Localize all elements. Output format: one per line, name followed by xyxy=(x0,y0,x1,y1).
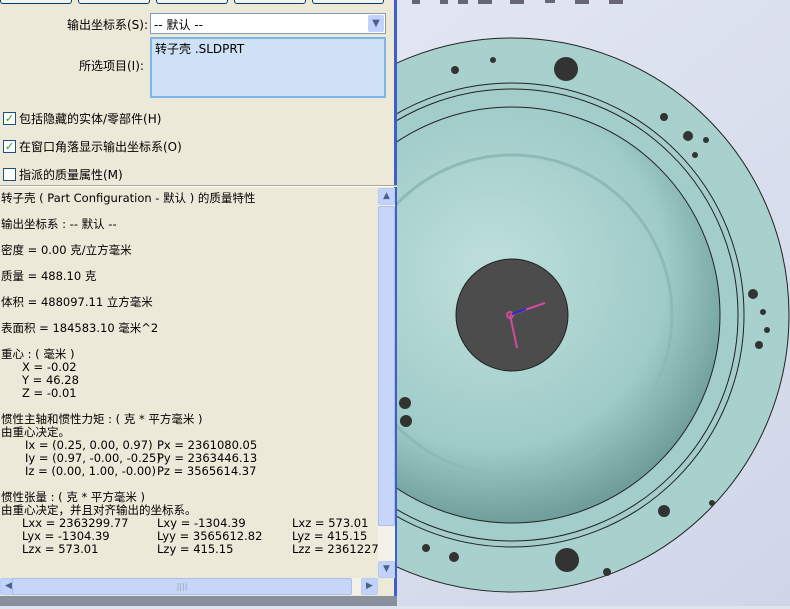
coord-system-label: 输出坐标系(S): xyxy=(67,18,149,32)
chevron-down-icon[interactable]: ▼ xyxy=(368,15,384,32)
scroll-thumb[interactable]: |||| xyxy=(12,578,352,595)
axis-iz: Iz = (0.00, 1.00, -0.00) xyxy=(25,464,156,478)
scroll-right-icon[interactable]: ▶ xyxy=(361,578,378,595)
selected-items-list[interactable]: 转子壳 .SLDPRT xyxy=(150,37,386,98)
scroll-down-icon[interactable]: ▼ xyxy=(378,561,395,578)
scroll-up-icon[interactable]: ▲ xyxy=(378,188,395,205)
vertical-scrollbar[interactable]: ▲ ▼ xyxy=(378,188,395,578)
volume: 体积 = 488097.11 立方毫米 xyxy=(1,295,153,309)
tensor-cell: Lzx = 573.01 xyxy=(22,542,99,556)
dialog-button[interactable] xyxy=(234,0,306,4)
scroll-thumb[interactable] xyxy=(378,206,395,526)
checkbox-label: 在窗口角落显示输出坐标系(O) xyxy=(19,140,182,154)
horizontal-scrollbar[interactable]: ◀ |||| ▶ xyxy=(0,578,378,595)
checkbox-unchecked-icon[interactable] xyxy=(3,168,16,181)
selected-item[interactable]: 转子壳 .SLDPRT xyxy=(155,42,244,56)
checkbox-checked-icon[interactable]: ✓ xyxy=(3,140,16,153)
assigned-mass-checkbox[interactable]: 指派的质量属性(M) xyxy=(3,166,123,183)
checkbox-checked-icon[interactable]: ✓ xyxy=(3,112,16,125)
results-text[interactable]: 转子壳 ( Part Configuration - 默认 ) 的质量特性 输出… xyxy=(0,188,378,578)
checkbox-label: 包括隐藏的实体/零部件(H) xyxy=(19,112,162,126)
surface-area: 表面积 = 184583.10 毫米^2 xyxy=(1,321,159,335)
density: 密度 = 0.00 克/立方毫米 xyxy=(1,243,132,257)
checkbox-label: 指派的质量属性(M) xyxy=(19,168,123,182)
mass: 质量 = 488.10 克 xyxy=(1,269,97,283)
dialog-button[interactable] xyxy=(0,0,72,4)
cog-z: Z = -0.01 xyxy=(22,386,77,400)
dialog-button[interactable] xyxy=(78,0,150,4)
coord-system-select[interactable]: -- 默认 -- ▼ xyxy=(150,13,386,34)
tensor-cell: Lzy = 415.15 xyxy=(157,542,234,556)
moment-pz: Pz = 3565614.37 xyxy=(157,464,257,478)
dialog-button[interactable] xyxy=(312,0,384,4)
dialog-button[interactable] xyxy=(156,0,228,4)
results-title: 转子壳 ( Part Configuration - 默认 ) 的质量特性 xyxy=(1,191,256,205)
mass-properties-dialog: 输出坐标系(S): -- 默认 -- ▼ 所选项目(I): 转子壳 .SLDPR… xyxy=(0,0,397,606)
results-coord: 输出坐标系 : -- 默认 -- xyxy=(1,217,117,231)
include-hidden-checkbox[interactable]: ✓ 包括隐藏的实体/零部件(H) xyxy=(3,110,161,127)
show-coord-checkbox[interactable]: ✓ 在窗口角落显示输出坐标系(O) xyxy=(3,138,182,155)
tensor-cell: Lzz = 2361227.9 xyxy=(292,542,378,556)
dialog-buttons xyxy=(0,0,397,5)
coord-system-value: -- 默认 -- xyxy=(154,18,203,32)
selected-items-label: 所选项目(I): xyxy=(79,59,144,73)
status-strip xyxy=(0,596,397,606)
divider xyxy=(0,185,397,187)
